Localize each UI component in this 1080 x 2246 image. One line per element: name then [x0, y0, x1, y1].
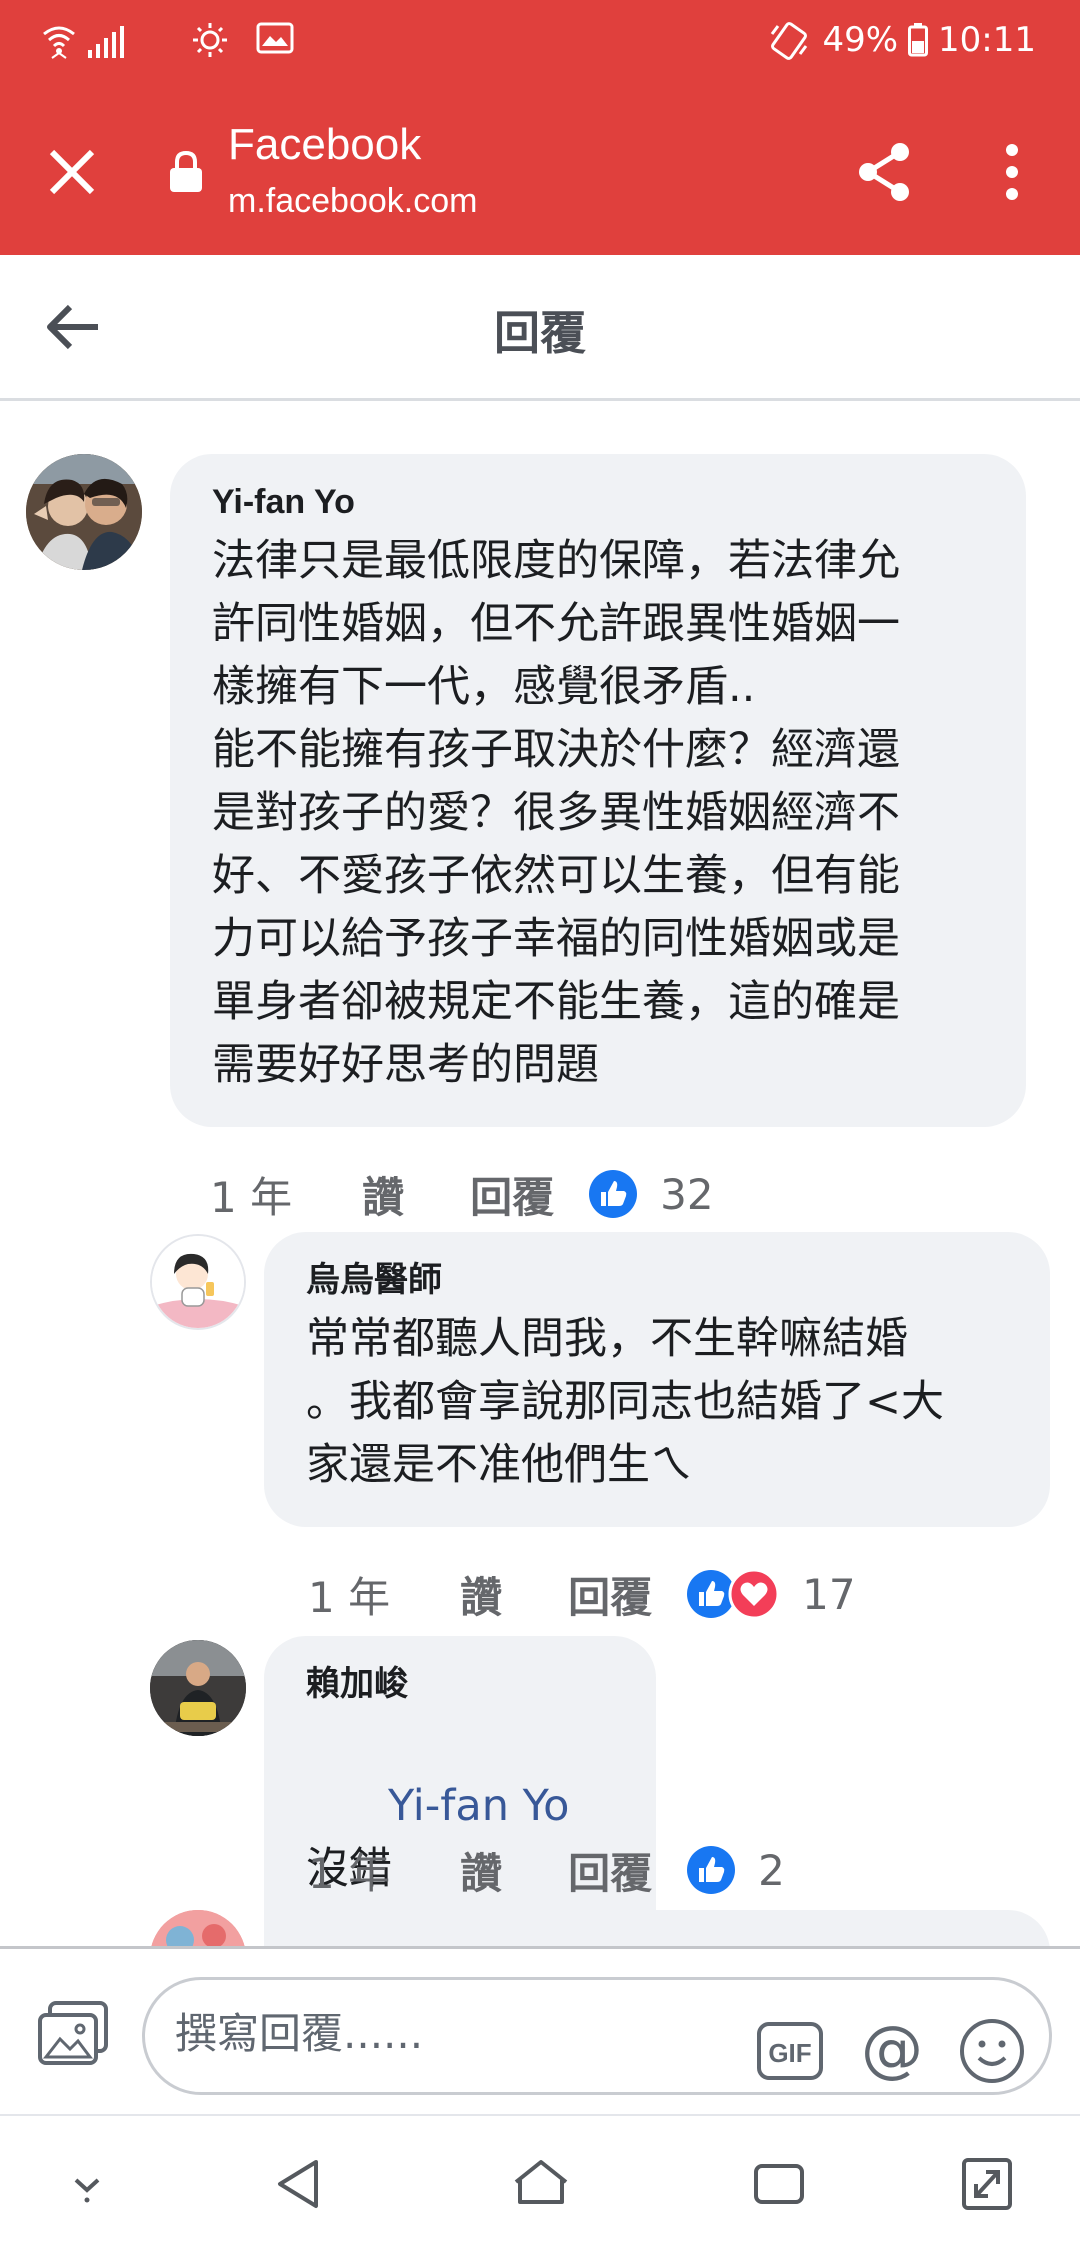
close-icon[interactable]	[40, 140, 104, 204]
reaction-count[interactable]: 32	[660, 1170, 713, 1219]
brightness-icon	[193, 23, 227, 57]
comment-bubble: Yi-fan Yo 法律只是最低限度的保障，若法律允 許同性婚姻，但不允許跟異性…	[170, 454, 1026, 1127]
reactions[interactable]	[686, 1845, 736, 1895]
wifi-icon	[43, 26, 75, 59]
battery-icon	[908, 23, 929, 57]
reply-input-wrap: GIF @	[142, 1977, 1052, 2095]
avatar-illustration-image	[150, 1910, 246, 1946]
avatar[interactable]	[150, 1234, 246, 1330]
emoji-icon[interactable]	[957, 2016, 1027, 2086]
comment-bubble: 烏烏醫師 常常都聽人問我，不生幹嘛結婚 。我都會享說那同志也結婚了<大 家還是不…	[264, 1232, 1050, 1527]
avatar-cartoon-image	[152, 1236, 244, 1328]
page-title: 回覆	[494, 306, 586, 360]
reply-button[interactable]: 回覆	[568, 1564, 652, 1625]
comment-bubble-partial	[264, 1910, 1050, 1946]
tab-url[interactable]: m.facebook.com	[228, 182, 477, 221]
comment-author[interactable]: 烏烏醫師	[306, 1258, 1010, 1302]
expand-nav-icon[interactable]	[952, 2152, 1022, 2216]
hide-nav-icon[interactable]	[52, 2152, 122, 2216]
like-reaction-icon	[589, 1170, 638, 1218]
like-button[interactable]: 讚	[460, 1840, 502, 1901]
comment-meta: 1 年 讚 回覆 17	[308, 1564, 856, 1624]
reaction-count[interactable]: 2	[758, 1846, 785, 1895]
reply-button[interactable]: 回覆	[470, 1164, 554, 1225]
recents-nav-icon[interactable]	[744, 2152, 814, 2216]
photo-icon[interactable]	[36, 2001, 110, 2067]
reply-composer: GIF @	[0, 1946, 1080, 2114]
reply-input[interactable]	[175, 1998, 775, 2068]
comment-time[interactable]: 1 年	[308, 1840, 390, 1901]
like-button[interactable]: 讚	[362, 1164, 404, 1225]
back-nav-icon[interactable]	[266, 2152, 336, 2216]
home-nav-icon[interactable]	[506, 2152, 576, 2216]
comment-meta: 1 年 讚 回覆 2	[308, 1840, 785, 1900]
custom-tab-bar: Facebook m.facebook.com	[0, 90, 1080, 255]
avatar-photo-image	[150, 1640, 246, 1736]
mention-label: @	[861, 2016, 923, 2085]
comment-thread: Yi-fan Yo 法律只是最低限度的保障，若法律允 許同性婚姻，但不允許跟異性…	[0, 404, 1080, 1946]
reaction-count[interactable]: 17	[802, 1570, 855, 1619]
comment-text: 法律只是最低限度的保障，若法律允 許同性婚姻，但不允許跟異性婚姻一 樣擁有下一代…	[212, 536, 900, 1090]
like-reaction-icon	[687, 1846, 736, 1894]
avatar-photo-image	[26, 454, 142, 570]
status-right: 49% 10:11	[768, 20, 1036, 60]
gif-label: GIF	[768, 2038, 811, 2068]
comment-time[interactable]: 1 年	[308, 1564, 390, 1625]
avatar[interactable]	[150, 1910, 246, 1946]
page-header: 回覆	[0, 255, 1080, 401]
comment-author[interactable]: Yi-fan Yo	[212, 480, 986, 524]
reply-button[interactable]: 回覆	[568, 1840, 652, 1901]
comment-time[interactable]: 1 年	[210, 1164, 292, 1225]
mention-icon[interactable]: @	[857, 2016, 927, 2086]
signal-icon	[88, 26, 124, 58]
reactions[interactable]	[588, 1169, 638, 1219]
share-icon[interactable]	[852, 136, 916, 208]
mention-link[interactable]: Yi-fan Yo	[388, 1781, 569, 1831]
status-bar: 49% 10:11	[0, 0, 1080, 90]
rotation-icon	[771, 22, 808, 60]
clock: 10:11	[938, 20, 1036, 60]
browser-chrome: 49% 10:11 Facebook m.facebook.com	[0, 0, 1080, 255]
system-nav-bar	[0, 2114, 1080, 2246]
battery-percent: 49%	[822, 20, 899, 60]
gallery-icon	[256, 22, 294, 54]
love-reaction-icon	[728, 1568, 780, 1620]
avatar[interactable]	[26, 454, 142, 570]
avatar[interactable]	[150, 1640, 246, 1736]
more-options-icon[interactable]	[988, 136, 1036, 208]
like-button[interactable]: 讚	[460, 1564, 502, 1625]
comment-text: 常常都聽人問我，不生幹嘛結婚 。我都會享說那同志也結婚了<大 家還是不准他們生ㄟ	[306, 1314, 945, 1490]
lock-icon	[170, 150, 202, 192]
comment-meta: 1 年 讚 回覆 32	[210, 1164, 714, 1224]
reactions[interactable]	[686, 1568, 780, 1620]
tab-title[interactable]: Facebook	[228, 120, 421, 170]
gif-icon[interactable]: GIF	[755, 2016, 825, 2086]
comment-author[interactable]: 賴加峻	[306, 1662, 616, 1706]
